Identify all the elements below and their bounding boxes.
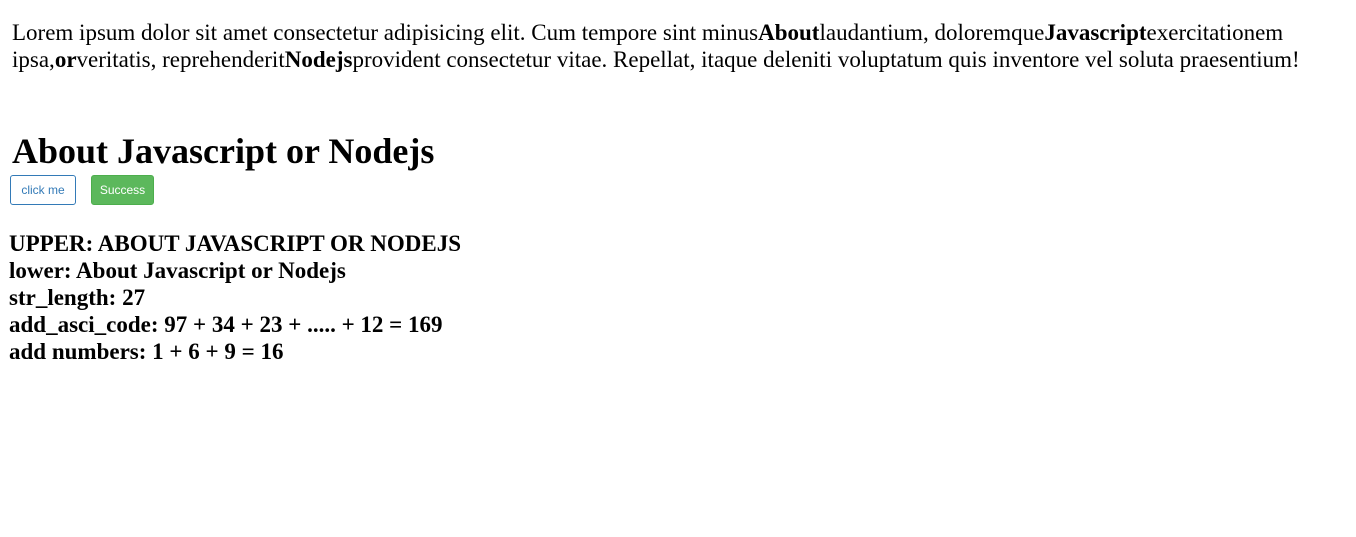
result-str-length: str_length: 27 bbox=[9, 285, 146, 310]
success-button[interactable]: Success bbox=[91, 175, 154, 205]
result-add-numbers: add numbers: 1 + 6 + 9 = 16 bbox=[9, 339, 284, 364]
result-upper: UPPER: ABOUT JAVASCRIPT OR NODEJS bbox=[9, 231, 462, 256]
result-lower: lower: About Javascript or Nodejs bbox=[9, 258, 346, 283]
button-row: click me Success bbox=[10, 175, 154, 205]
click-me-button[interactable]: click me bbox=[10, 175, 76, 205]
intro-bold-or: or bbox=[54, 47, 77, 72]
intro-bold-about: About bbox=[758, 20, 820, 45]
intro-text-5: provident consectetur vitae. Repellat, i… bbox=[352, 47, 1300, 72]
intro-text-4: veritatis, reprehenderit bbox=[76, 47, 285, 72]
intro-bold-javascript: Javascript bbox=[1044, 20, 1147, 45]
intro-bold-nodejs: Nodejs bbox=[284, 47, 353, 72]
results-block: UPPER: ABOUT JAVASCRIPT OR NODEJS lower:… bbox=[9, 230, 461, 365]
result-add-asci-code: add_asci_code: 97 + 34 + 23 + ..... + 12… bbox=[9, 312, 443, 337]
page-heading: About Javascript or Nodejs bbox=[12, 131, 435, 171]
intro-text-1: Lorem ipsum dolor sit amet consectetur a… bbox=[12, 20, 759, 45]
intro-paragraph: Lorem ipsum dolor sit amet consectetur a… bbox=[12, 19, 1348, 73]
intro-text-2: laudantium, doloremque bbox=[819, 20, 1045, 45]
